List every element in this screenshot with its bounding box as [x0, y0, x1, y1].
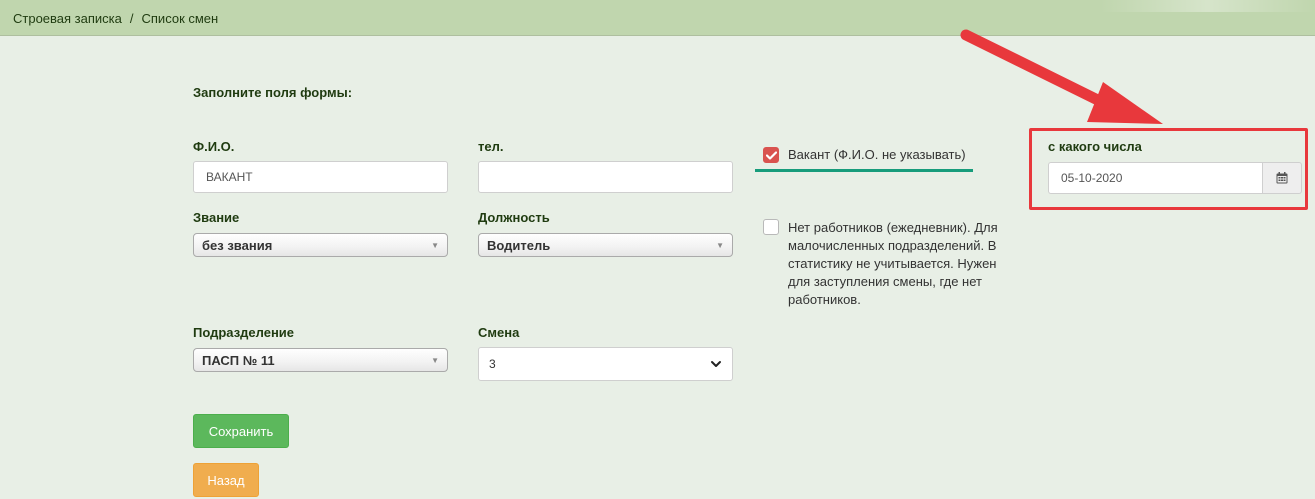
rank-select-value: без звания — [202, 237, 273, 253]
triangle-down-icon: ▼ — [431, 240, 439, 250]
fio-label: Ф.И.О. — [193, 139, 235, 154]
form-title: Заполните поля формы: — [193, 85, 353, 100]
fio-input-value: ВАКАНТ — [206, 170, 253, 184]
back-button[interactable]: Назад — [193, 463, 259, 497]
vacant-checkbox-label[interactable]: Вакант (Ф.И.О. не указывать) — [788, 146, 966, 164]
triangle-down-icon: ▼ — [716, 240, 724, 250]
shift-select-value: 3 — [489, 357, 496, 371]
no-workers-label-line: для заступления смены, где нет — [788, 274, 982, 289]
no-workers-label-line: статистику не учитывается. Нужен — [788, 256, 997, 271]
save-button[interactable]: Сохранить — [193, 414, 289, 448]
division-select[interactable]: ПАСП № 11 ▼ — [193, 348, 448, 372]
position-select-value: Водитель — [487, 237, 551, 253]
no-workers-checkbox[interactable] — [763, 219, 779, 235]
checkmark-icon — [765, 150, 777, 160]
breadcrumb: Строевая записка / Список смен — [13, 11, 218, 26]
phone-input[interactable] — [478, 161, 733, 193]
top-bar: Строевая записка / Список смен — [0, 0, 1315, 36]
no-workers-label-line: малочисленных подразделений. В — [788, 238, 997, 253]
breadcrumb-current: Список смен — [141, 11, 219, 26]
vacant-checkbox[interactable] — [763, 147, 779, 163]
position-select[interactable]: Водитель ▼ — [478, 233, 733, 257]
chevron-down-icon — [711, 361, 721, 367]
position-label: Должность — [478, 210, 550, 225]
breadcrumb-separator: / — [129, 11, 134, 26]
breadcrumb-root-link[interactable]: Строевая записка — [13, 11, 122, 26]
shift-select[interactable]: 3 — [478, 347, 733, 381]
phone-label: тел. — [478, 139, 504, 154]
no-workers-label-line: работников. — [788, 292, 861, 307]
no-workers-checkbox-label[interactable]: Нет работников (ежедневник). Для малочис… — [788, 219, 1008, 309]
triangle-down-icon: ▼ — [431, 355, 439, 365]
annotation-underline — [755, 169, 973, 172]
division-select-value: ПАСП № 11 — [202, 352, 275, 368]
annotation-highlight-box — [1029, 128, 1308, 210]
rank-label: Звание — [193, 210, 240, 225]
top-bar-glare — [1100, 0, 1315, 12]
shift-label: Смена — [478, 325, 520, 340]
no-workers-label-line: Нет работников (ежедневник). Для — [788, 220, 998, 235]
fio-input[interactable]: ВАКАНТ — [193, 161, 448, 193]
division-label: Подразделение — [193, 325, 295, 340]
rank-select[interactable]: без звания ▼ — [193, 233, 448, 257]
